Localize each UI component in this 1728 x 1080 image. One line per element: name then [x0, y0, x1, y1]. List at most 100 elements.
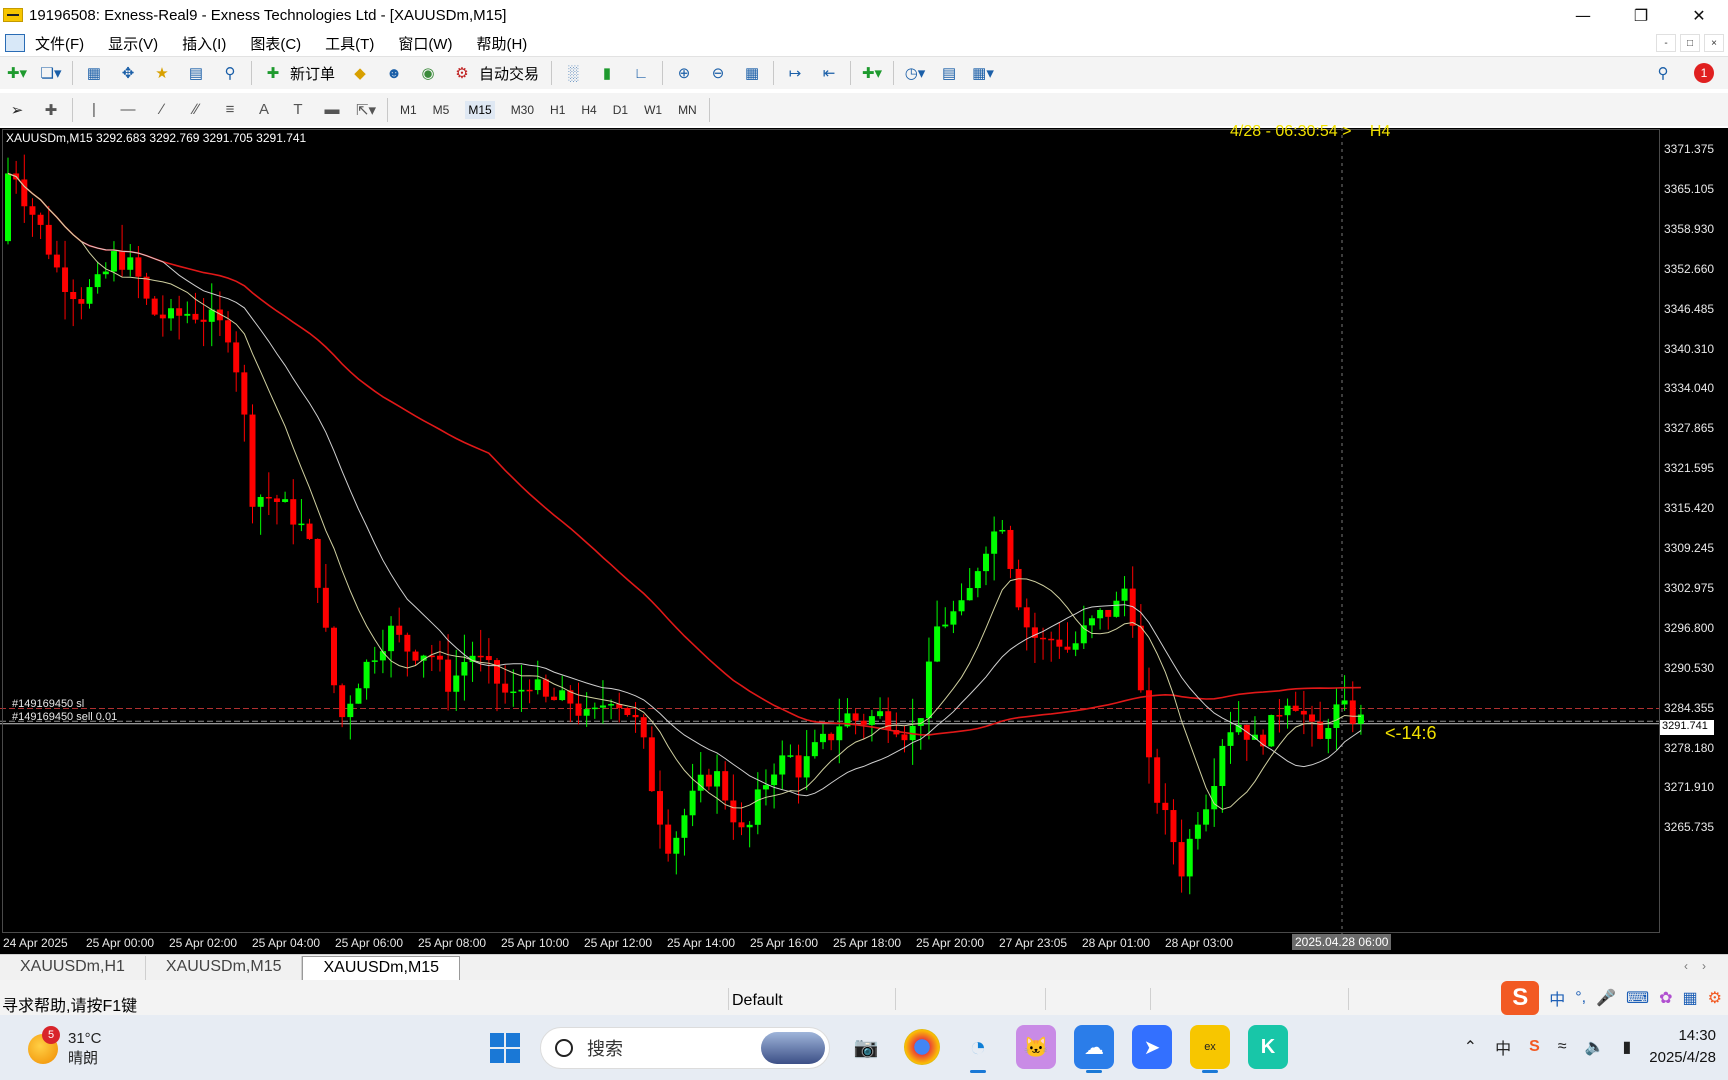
trendline-icon[interactable]: ∕ [150, 98, 174, 122]
close-button[interactable]: ✕ [1670, 0, 1728, 30]
text-icon[interactable]: A [252, 98, 276, 122]
toolbox-icon[interactable]: ▦ [1683, 988, 1698, 1008]
menu-window[interactable]: 窗口(W) [398, 33, 452, 54]
menu-help[interactable]: 帮助(H) [476, 33, 527, 54]
menu-tools[interactable]: 工具(T) [325, 33, 374, 54]
chrome-icon[interactable] [904, 1029, 940, 1065]
zoom-out-icon[interactable]: ⊖ [706, 61, 730, 85]
tf-m30[interactable]: M30 [511, 103, 534, 117]
tf-h1[interactable]: H1 [550, 103, 565, 117]
rectangle-label-icon[interactable]: ▬ [320, 98, 344, 122]
zoom-in-icon[interactable]: ⊕ [672, 61, 696, 85]
price-tick-label: 3309.245 [1664, 541, 1715, 555]
search-icon[interactable]: ⚲ [1651, 61, 1675, 85]
cursor-icon[interactable]: ➢ [5, 98, 29, 122]
microphone-icon[interactable]: 🎤 [1596, 988, 1616, 1008]
cat-app-icon[interactable]: 🐱 [1016, 1025, 1056, 1069]
keyboard-icon[interactable]: ⌨ [1626, 988, 1649, 1008]
taskbar-search[interactable]: 搜索 [540, 1027, 830, 1069]
new-order-icon[interactable]: ✚ [261, 61, 285, 85]
auto-scroll-icon[interactable]: ↦ [783, 61, 807, 85]
price-chart[interactable]: XAUUSDm,M15 3292.683 3292.769 3291.705 3… [0, 123, 1728, 954]
tab-xauusd-h1[interactable]: XAUUSDm,H1 [0, 956, 146, 980]
tab-xauusd-m15-active[interactable]: XAUUSDm,M15 [302, 956, 461, 980]
chevron-up-icon[interactable]: ⌃ [1464, 1037, 1477, 1057]
k-app-icon[interactable]: K [1248, 1025, 1288, 1069]
notification-badge[interactable]: 1 [1694, 63, 1714, 83]
skin-icon[interactable]: ✿ [1659, 988, 1672, 1008]
tile-windows-icon[interactable]: ▦ [740, 61, 764, 85]
wifi-icon[interactable]: ≈ [1558, 1038, 1567, 1056]
text-label-icon[interactable]: T [286, 98, 310, 122]
periods-icon[interactable]: ◷▾ [903, 61, 927, 85]
chat-app-icon[interactable]: ☁ [1074, 1025, 1114, 1073]
menu-file[interactable]: 文件(F) [35, 33, 84, 54]
sogou-ime-icon[interactable]: S [1501, 980, 1540, 1015]
sogou-tray-icon[interactable]: S [1529, 1038, 1540, 1056]
clock[interactable]: 14:30 2025/4/28 [1649, 1025, 1716, 1069]
time-tick-label: 27 Apr 23:05 [999, 936, 1068, 950]
new-chart-icon[interactable]: ✚▾ [5, 61, 29, 85]
tab-xauusd-m15[interactable]: XAUUSDm,M15 [146, 956, 303, 980]
new-order-button[interactable]: 新订单 [290, 63, 335, 84]
mdi-restore-button[interactable]: □ [1680, 34, 1700, 52]
terminal-icon[interactable]: ▤ [184, 61, 208, 85]
chart-window-icon[interactable] [5, 34, 25, 52]
punctuation-icon[interactable]: °, [1575, 989, 1586, 1007]
ime-language[interactable]: 中 [1549, 986, 1565, 1010]
tf-mn[interactable]: MN [678, 103, 697, 117]
auto-trading-button[interactable]: 自动交易 [479, 63, 539, 84]
tab-scroll-arrows[interactable]: ‹› [1684, 959, 1720, 973]
ime-menu-icon[interactable]: ⚙ [1708, 988, 1722, 1008]
minimize-button[interactable]: — [1554, 0, 1612, 30]
weather-widget[interactable]: 5 31°C 晴朗 [28, 1026, 102, 1069]
horizontal-line-icon[interactable]: — [116, 98, 140, 122]
metaeditor-icon[interactable]: ◆ [348, 61, 372, 85]
strategy-tester-icon[interactable]: ⚲ [218, 61, 242, 85]
feishu-icon[interactable]: ➤ [1132, 1025, 1172, 1069]
sun-icon: 5 [28, 1026, 60, 1064]
status-help-text: 寻求帮助,请按F1键 [2, 998, 138, 1015]
profiles-icon[interactable]: ❏▾ [39, 61, 63, 85]
camera-app-icon[interactable]: 📷 [846, 1025, 886, 1069]
tf-h4[interactable]: H4 [581, 103, 596, 117]
tf-m1[interactable]: M1 [400, 103, 417, 117]
auto-trading-icon[interactable]: ⚙ [450, 61, 474, 85]
vertical-line-icon[interactable]: | [82, 98, 106, 122]
indicators-icon[interactable]: ✚▾ [860, 61, 884, 85]
input-method-icon[interactable]: 中 [1495, 1035, 1511, 1059]
battery-icon[interactable]: ▮ [1622, 1037, 1631, 1057]
tf-m15[interactable]: M15 [465, 100, 495, 119]
market-watch-icon[interactable]: ▦ [82, 61, 106, 85]
candlestick-chart-icon[interactable]: ▮ [595, 61, 619, 85]
equidistant-channel-icon[interactable]: ∕∕ [184, 98, 208, 122]
market-icon[interactable]: ◉ [416, 61, 440, 85]
volume-icon[interactable]: 🔈 [1585, 1037, 1605, 1057]
fibonacci-icon[interactable]: ≡ [218, 98, 242, 122]
restore-button[interactable]: ❐ [1612, 0, 1670, 30]
menu-insert[interactable]: 插入(I) [182, 33, 226, 54]
edge-icon[interactable]: ◔ [958, 1025, 998, 1073]
tf-m5[interactable]: M5 [433, 103, 450, 117]
navigator-icon[interactable]: ★ [150, 61, 174, 85]
menu-charts[interactable]: 图表(C) [250, 33, 301, 54]
exness-terminal-icon[interactable]: ex [1190, 1025, 1230, 1073]
crosshair-icon[interactable]: ✚ [39, 98, 63, 122]
price-axis[interactable]: 3371.375 3365.105 3358.930 3352.660 3346.485… [1660, 128, 1728, 954]
tf-w1[interactable]: W1 [644, 103, 662, 117]
signals-icon[interactable]: ☻ [382, 61, 406, 85]
data-window-icon[interactable]: ✥ [116, 61, 140, 85]
mdi-minimize-button[interactable]: - [1656, 34, 1676, 52]
menu-view[interactable]: 显示(V) [108, 33, 158, 54]
tf-d1[interactable]: D1 [613, 103, 628, 117]
time-tick-label: 24 Apr 2025 [3, 936, 68, 950]
mdi-close-button[interactable]: × [1704, 34, 1724, 52]
bar-chart-icon[interactable]: ░ [561, 61, 585, 85]
chart-templates-icon[interactable]: ▦▾ [971, 61, 995, 85]
chart-shift-icon[interactable]: ⇤ [817, 61, 841, 85]
start-button[interactable] [490, 1033, 520, 1063]
templates-icon[interactable]: ▤ [937, 61, 961, 85]
time-tick-label: 28 Apr 01:00 [1082, 936, 1151, 950]
arrows-icon[interactable]: ⇱▾ [354, 98, 378, 122]
line-chart-icon[interactable]: ∟ [629, 61, 653, 85]
